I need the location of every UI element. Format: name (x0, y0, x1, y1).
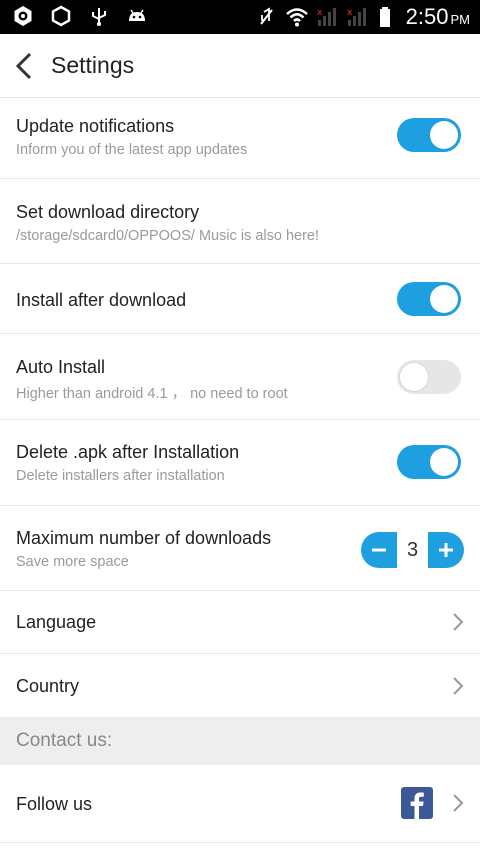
svg-text:x: x (347, 8, 353, 18)
contact-follow-us[interactable]: Follow us (0, 765, 480, 843)
max-downloads-value: 3 (397, 532, 428, 568)
setting-max-downloads: Maximum number of downloads Save more sp… (0, 506, 480, 591)
mute-icon (259, 7, 273, 25)
setting-description: Higher than android 4.1 ， no need to roo… (16, 386, 288, 402)
chevron-right-icon (453, 677, 464, 695)
setting-delete-apk: Delete .apk after Installation Delete in… (0, 420, 480, 506)
setting-label: Follow us (16, 794, 93, 814)
hexagon-icon (51, 5, 71, 27)
signal-icon: x (347, 8, 366, 26)
settings-ring-icon (14, 6, 32, 26)
setting-update-notifications: Update notifications Inform you of the l… (0, 98, 480, 179)
auto-install-toggle[interactable] (397, 360, 461, 394)
setting-label: Maximum number of downloads (16, 528, 272, 548)
android-icon (129, 9, 145, 21)
delete-apk-toggle[interactable] (397, 445, 461, 479)
chevron-right-icon (453, 794, 464, 812)
setting-label: Set download directory (16, 202, 200, 222)
wifi-icon (285, 8, 308, 27)
setting-label: Install after download (16, 290, 187, 310)
facebook-icon (401, 787, 433, 819)
minus-icon (372, 548, 386, 552)
setting-description: Delete installers after installation (16, 468, 225, 484)
status-bar: x x 2:50 PM (0, 0, 480, 34)
setting-install-after-download: Install after download (0, 264, 480, 334)
setting-label: Country (16, 676, 80, 696)
page-title: Settings (51, 52, 135, 78)
increment-button[interactable] (428, 532, 464, 568)
setting-label: Delete .apk after Installation (16, 442, 240, 462)
setting-description: /storage/sdcard0/OPPOOS/ Music is also h… (16, 228, 320, 244)
back-arrow-icon[interactable] (12, 51, 38, 81)
setting-label: Auto Install (16, 357, 106, 377)
setting-auto-install: Auto Install Higher than android 4.1 ， n… (0, 334, 480, 420)
signal-icon: x (317, 8, 336, 26)
contact-section-header: Contact us: (0, 717, 480, 765)
decrement-button[interactable] (361, 532, 397, 568)
battery-icon (379, 7, 390, 27)
setting-description: Inform you of the latest app updates (16, 142, 248, 158)
chevron-right-icon (453, 613, 464, 631)
app-header: Settings (0, 34, 480, 98)
usb-icon (92, 8, 106, 26)
setting-description: Save more space (16, 554, 129, 570)
update-notifications-toggle[interactable] (397, 118, 461, 152)
setting-label: Update notifications (16, 116, 175, 136)
max-downloads-stepper: 3 (361, 532, 464, 568)
plus-icon (439, 543, 453, 557)
setting-download-directory[interactable]: Set download directory /storage/sdcard0/… (0, 179, 480, 264)
setting-country[interactable]: Country (0, 654, 480, 717)
install-after-download-toggle[interactable] (397, 282, 461, 316)
svg-text:x: x (317, 8, 323, 18)
clock: 2:50 PM (405, 4, 470, 29)
setting-language[interactable]: Language (0, 591, 480, 654)
section-title: Contact us: (16, 730, 113, 751)
setting-label: Language (16, 612, 97, 632)
